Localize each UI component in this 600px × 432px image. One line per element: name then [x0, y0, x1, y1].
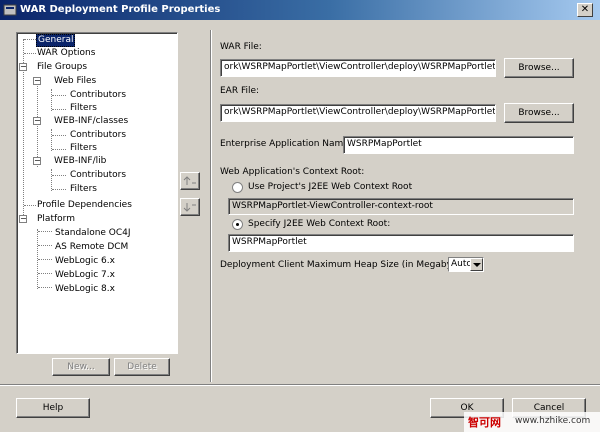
- arrow-up-icon: [183, 176, 196, 185]
- project-root-field: WSRPMapPortlet-ViewController-context-ro…: [228, 198, 574, 215]
- tree-item-web-inf-lib[interactable]: WEB-INF/lib: [54, 156, 106, 167]
- close-icon: ✕: [580, 4, 590, 15]
- enterprise-app-field[interactable]: WSRPMapPortlet: [343, 136, 574, 154]
- move-up-button[interactable]: [180, 172, 200, 190]
- heap-size-label: Deployment Client Maximum Heap Size (in …: [220, 260, 473, 270]
- tree-item-general[interactable]: General: [36, 34, 76, 47]
- collapse-web-inf-lib-icon[interactable]: −: [33, 157, 41, 165]
- new-button[interactable]: New...: [52, 358, 110, 376]
- specify-root-radio[interactable]: [232, 219, 243, 230]
- enterprise-app-label: Enterprise Application Name:: [220, 139, 352, 149]
- project-root-radio-label: Use Project's J2EE Web Context Root: [248, 182, 413, 192]
- tree-item-profile-dependencies[interactable]: Profile Dependencies: [37, 200, 132, 211]
- heap-size-value: Auto: [451, 259, 472, 269]
- tree-item-contributors[interactable]: Contributors: [70, 170, 126, 181]
- war-browse-button[interactable]: Browse...: [504, 58, 574, 78]
- delete-button[interactable]: Delete: [114, 358, 170, 376]
- close-button[interactable]: ✕: [577, 3, 593, 17]
- context-root-label: Web Application's Context Root:: [220, 167, 365, 177]
- tree-item-platform[interactable]: Platform: [37, 214, 75, 225]
- collapse-web-inf-classes-icon[interactable]: −: [33, 117, 41, 125]
- tree-item-weblogic-8x[interactable]: WebLogic 8.x: [55, 284, 115, 295]
- navigation-tree: − − − − − General WAR Options File Group…: [16, 32, 178, 354]
- ear-file-field[interactable]: ork\WSRPMapPortlet\ViewController\deploy…: [220, 104, 496, 122]
- footer-separator: [0, 384, 600, 386]
- project-root-radio[interactable]: [232, 182, 243, 193]
- tree-item-filters[interactable]: Filters: [70, 103, 97, 114]
- tree-item-web-files[interactable]: Web Files: [54, 76, 96, 87]
- arrow-down-icon: [183, 203, 196, 212]
- tree-item-standalone-oc4j[interactable]: Standalone OC4J: [55, 228, 131, 239]
- tree-item-contributors[interactable]: Contributors: [70, 90, 126, 101]
- collapse-platform-icon[interactable]: −: [19, 215, 27, 223]
- tree-item-as-remote-dcm[interactable]: AS Remote DCM: [55, 242, 128, 253]
- collapse-web-files-icon[interactable]: −: [33, 77, 41, 85]
- tree-item-filters[interactable]: Filters: [70, 143, 97, 154]
- ear-file-label: EAR File:: [220, 86, 260, 96]
- chevron-down-icon[interactable]: [470, 258, 483, 271]
- tree-item-web-inf-classes[interactable]: WEB-INF/classes: [54, 116, 128, 127]
- heap-size-select[interactable]: Auto: [448, 257, 484, 272]
- watermark-url: www.hzhike.com: [515, 416, 591, 426]
- specify-root-field[interactable]: WSRPMapPortlet: [228, 234, 574, 252]
- tree-item-file-groups[interactable]: File Groups: [37, 62, 87, 73]
- ear-browse-button[interactable]: Browse...: [504, 103, 574, 123]
- war-file-field[interactable]: ork\WSRPMapPortlet\ViewController\deploy…: [220, 59, 496, 77]
- watermark-brand: 智可网: [468, 416, 501, 429]
- specify-root-radio-label: Specify J2EE Web Context Root:: [248, 219, 391, 229]
- window-icon: [3, 4, 17, 16]
- window-title: WAR Deployment Profile Properties: [20, 4, 221, 15]
- tree-item-war-options[interactable]: WAR Options: [37, 48, 95, 59]
- panel-divider: [210, 30, 212, 382]
- war-file-label: WAR File:: [220, 42, 262, 52]
- move-down-button[interactable]: [180, 198, 200, 216]
- help-button[interactable]: Help: [16, 398, 90, 418]
- tree-item-filters[interactable]: Filters: [70, 184, 97, 195]
- tree-item-weblogic-7x[interactable]: WebLogic 7.x: [55, 270, 115, 281]
- collapse-file-groups-icon[interactable]: −: [19, 63, 27, 71]
- tree-item-weblogic-6x[interactable]: WebLogic 6.x: [55, 256, 115, 267]
- tree-item-contributors[interactable]: Contributors: [70, 130, 126, 141]
